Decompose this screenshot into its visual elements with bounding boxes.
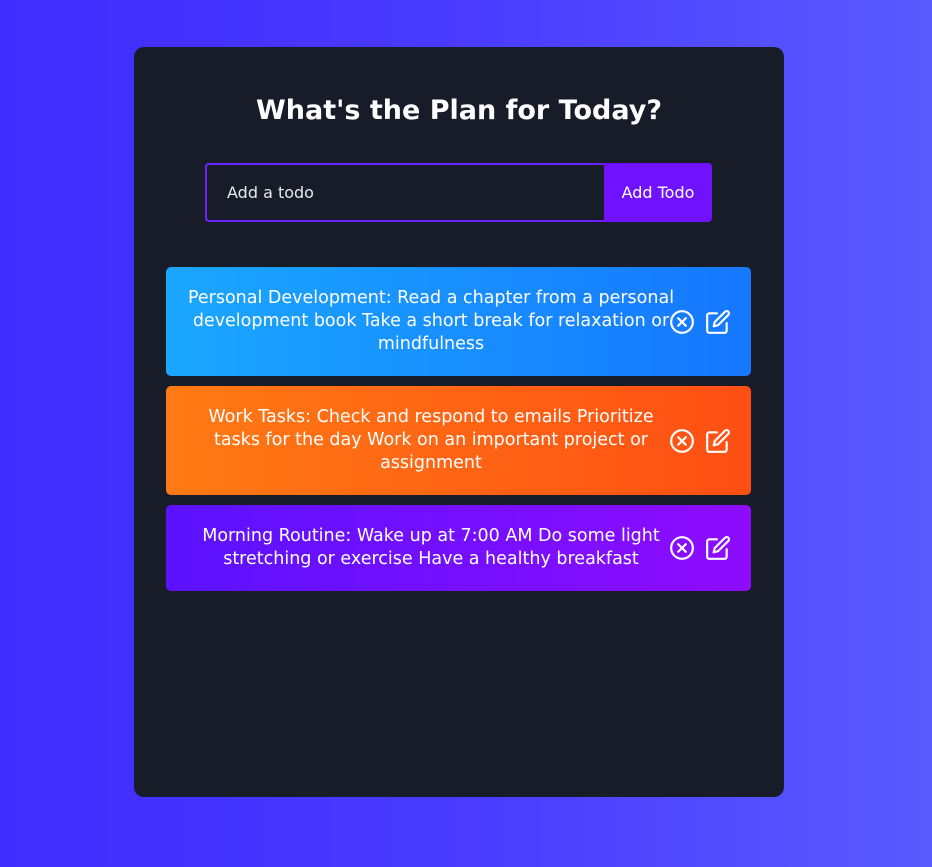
edit-icon[interactable] <box>705 428 731 454</box>
todo-actions <box>669 535 731 561</box>
todo-actions <box>669 309 731 335</box>
todo-form: Add Todo <box>205 163 712 222</box>
todo-input[interactable] <box>205 163 604 222</box>
close-circle-icon[interactable] <box>669 535 695 561</box>
edit-icon[interactable] <box>705 535 731 561</box>
todo-actions <box>669 428 731 454</box>
page-title: What's the Plan for Today? <box>256 95 662 126</box>
todo-app-panel: What's the Plan for Today? Add Todo Pers… <box>134 47 784 797</box>
todo-item[interactable]: Personal Development: Read a chapter fro… <box>166 267 751 376</box>
todo-text: Work Tasks: Check and respond to emails … <box>208 407 654 473</box>
todo-text: Morning Routine: Wake up at 7:00 AM Do s… <box>202 526 660 569</box>
todo-item[interactable]: Morning Routine: Wake up at 7:00 AM Do s… <box>166 505 751 591</box>
edit-icon[interactable] <box>705 309 731 335</box>
todo-list: Personal Development: Read a chapter fro… <box>166 267 751 601</box>
todo-text: Personal Development: Read a chapter fro… <box>187 288 675 354</box>
todo-item[interactable]: Work Tasks: Check and respond to emails … <box>166 386 751 495</box>
close-circle-icon[interactable] <box>669 309 695 335</box>
close-circle-icon[interactable] <box>669 428 695 454</box>
add-todo-button[interactable]: Add Todo <box>604 163 712 222</box>
